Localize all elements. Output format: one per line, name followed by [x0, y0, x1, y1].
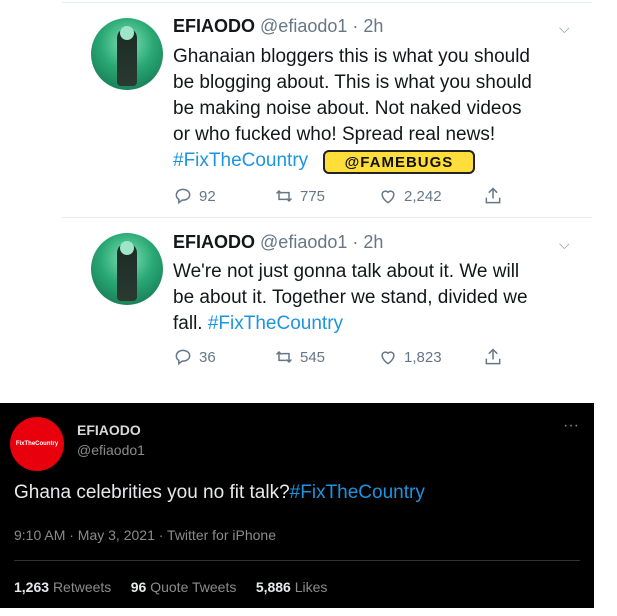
avatar[interactable]: [91, 18, 163, 90]
author-handle[interactable]: @efiaodo1 · 2h: [260, 16, 383, 36]
share-icon: [485, 187, 501, 204]
hashtag-link[interactable]: #FixTheCountry: [208, 313, 343, 334]
reply-count: 92: [199, 187, 216, 205]
reply-icon: [175, 188, 191, 205]
like-count: 2,242: [404, 187, 442, 205]
tweet-line: be about it. Together we stand, divided …: [173, 287, 528, 308]
heart-icon: [381, 351, 395, 365]
chevron-down-icon[interactable]: ⌵: [559, 236, 570, 253]
author-name[interactable]: EFIAODO: [173, 16, 255, 36]
heart-icon: [381, 190, 395, 204]
avatar[interactable]: [91, 233, 163, 305]
chevron-down-icon[interactable]: ⌵: [559, 20, 570, 37]
retweet-icon: [275, 189, 293, 203]
tweet-line: be blogging about. This is what you shou…: [173, 72, 532, 93]
likes-label: Likes: [294, 579, 328, 595]
like-button[interactable]: 1,823: [378, 347, 442, 367]
tweet-line: be making noise about. Not naked videos: [173, 98, 522, 119]
tweet-card-dark[interactable]: FixTheCountry EFIAODO @efiaodo1 ··· Ghan…: [0, 403, 594, 608]
tweet-line-text: fall.: [173, 313, 208, 334]
like-button[interactable]: 2,242: [378, 186, 442, 206]
retweet-icon: [275, 350, 293, 364]
avatar-text: FixTheCountry: [15, 441, 59, 447]
more-options-icon[interactable]: ···: [563, 417, 579, 435]
share-icon: [485, 348, 501, 365]
quotes-count: 96: [130, 579, 147, 595]
reply-icon: [175, 349, 191, 366]
author-handle[interactable]: @efiaodo1 · 2h: [260, 232, 383, 252]
retweet-button[interactable]: 545: [274, 347, 325, 367]
retweet-count: 545: [300, 348, 326, 366]
share-button[interactable]: [483, 186, 503, 206]
tweet-text: Ghana celebrities you no fit talk?#FixTh…: [14, 482, 425, 504]
quote-tweets-stat[interactable]: 96 Quote Tweets: [131, 579, 237, 595]
reply-button[interactable]: 92: [173, 186, 216, 206]
tweet-header: EFIAODO @efiaodo1 · 2h: [173, 232, 383, 253]
like-count: 1,823: [404, 348, 442, 366]
author-name[interactable]: EFIAODO: [173, 232, 255, 252]
divider: [14, 560, 580, 561]
avatar[interactable]: FixTheCountry: [10, 417, 64, 471]
tweet-text: We're not just gonna talk about it. We w…: [173, 259, 528, 337]
tweet-header: EFIAODO @efiaodo1 · 2h: [173, 16, 383, 37]
author-name[interactable]: EFIAODO: [77, 422, 141, 438]
tweet-line: fall. #FixTheCountry: [173, 311, 528, 337]
watermark-logo: @FAMEBUGS: [323, 150, 475, 174]
hashtag-link[interactable]: #FixTheCountry: [290, 482, 425, 503]
likes-count: 5,886: [255, 579, 291, 595]
tweet-line: Ghanaian bloggers this is what you shoul…: [173, 46, 531, 67]
retweets-count: 1,263: [14, 579, 50, 595]
reply-count: 36: [199, 348, 216, 366]
author-handle[interactable]: @efiaodo1: [77, 442, 145, 458]
likes-stat[interactable]: 5,886 Likes: [256, 579, 328, 595]
tweet-text-body: Ghana celebrities you no fit talk?: [14, 482, 290, 503]
retweets-stat[interactable]: 1,263 Retweets: [14, 579, 111, 595]
divider: [62, 217, 592, 218]
tweet-line: or who fucked who! Spread real news!: [173, 124, 496, 145]
tweet-meta[interactable]: 9:10 AM · May 3, 2021 · Twitter for iPho…: [14, 527, 276, 543]
retweet-button[interactable]: 775: [274, 186, 325, 206]
tweet-line: We're not just gonna talk about it. We w…: [173, 261, 520, 282]
quotes-label: Quote Tweets: [150, 579, 237, 595]
share-button[interactable]: [483, 347, 503, 367]
retweet-count: 775: [300, 187, 326, 205]
reply-button[interactable]: 36: [173, 347, 216, 367]
divider: [62, 2, 592, 3]
tweet-stats: 1,263 Retweets 96 Quote Tweets 5,886 Lik…: [14, 579, 327, 595]
retweets-label: Retweets: [52, 579, 112, 595]
